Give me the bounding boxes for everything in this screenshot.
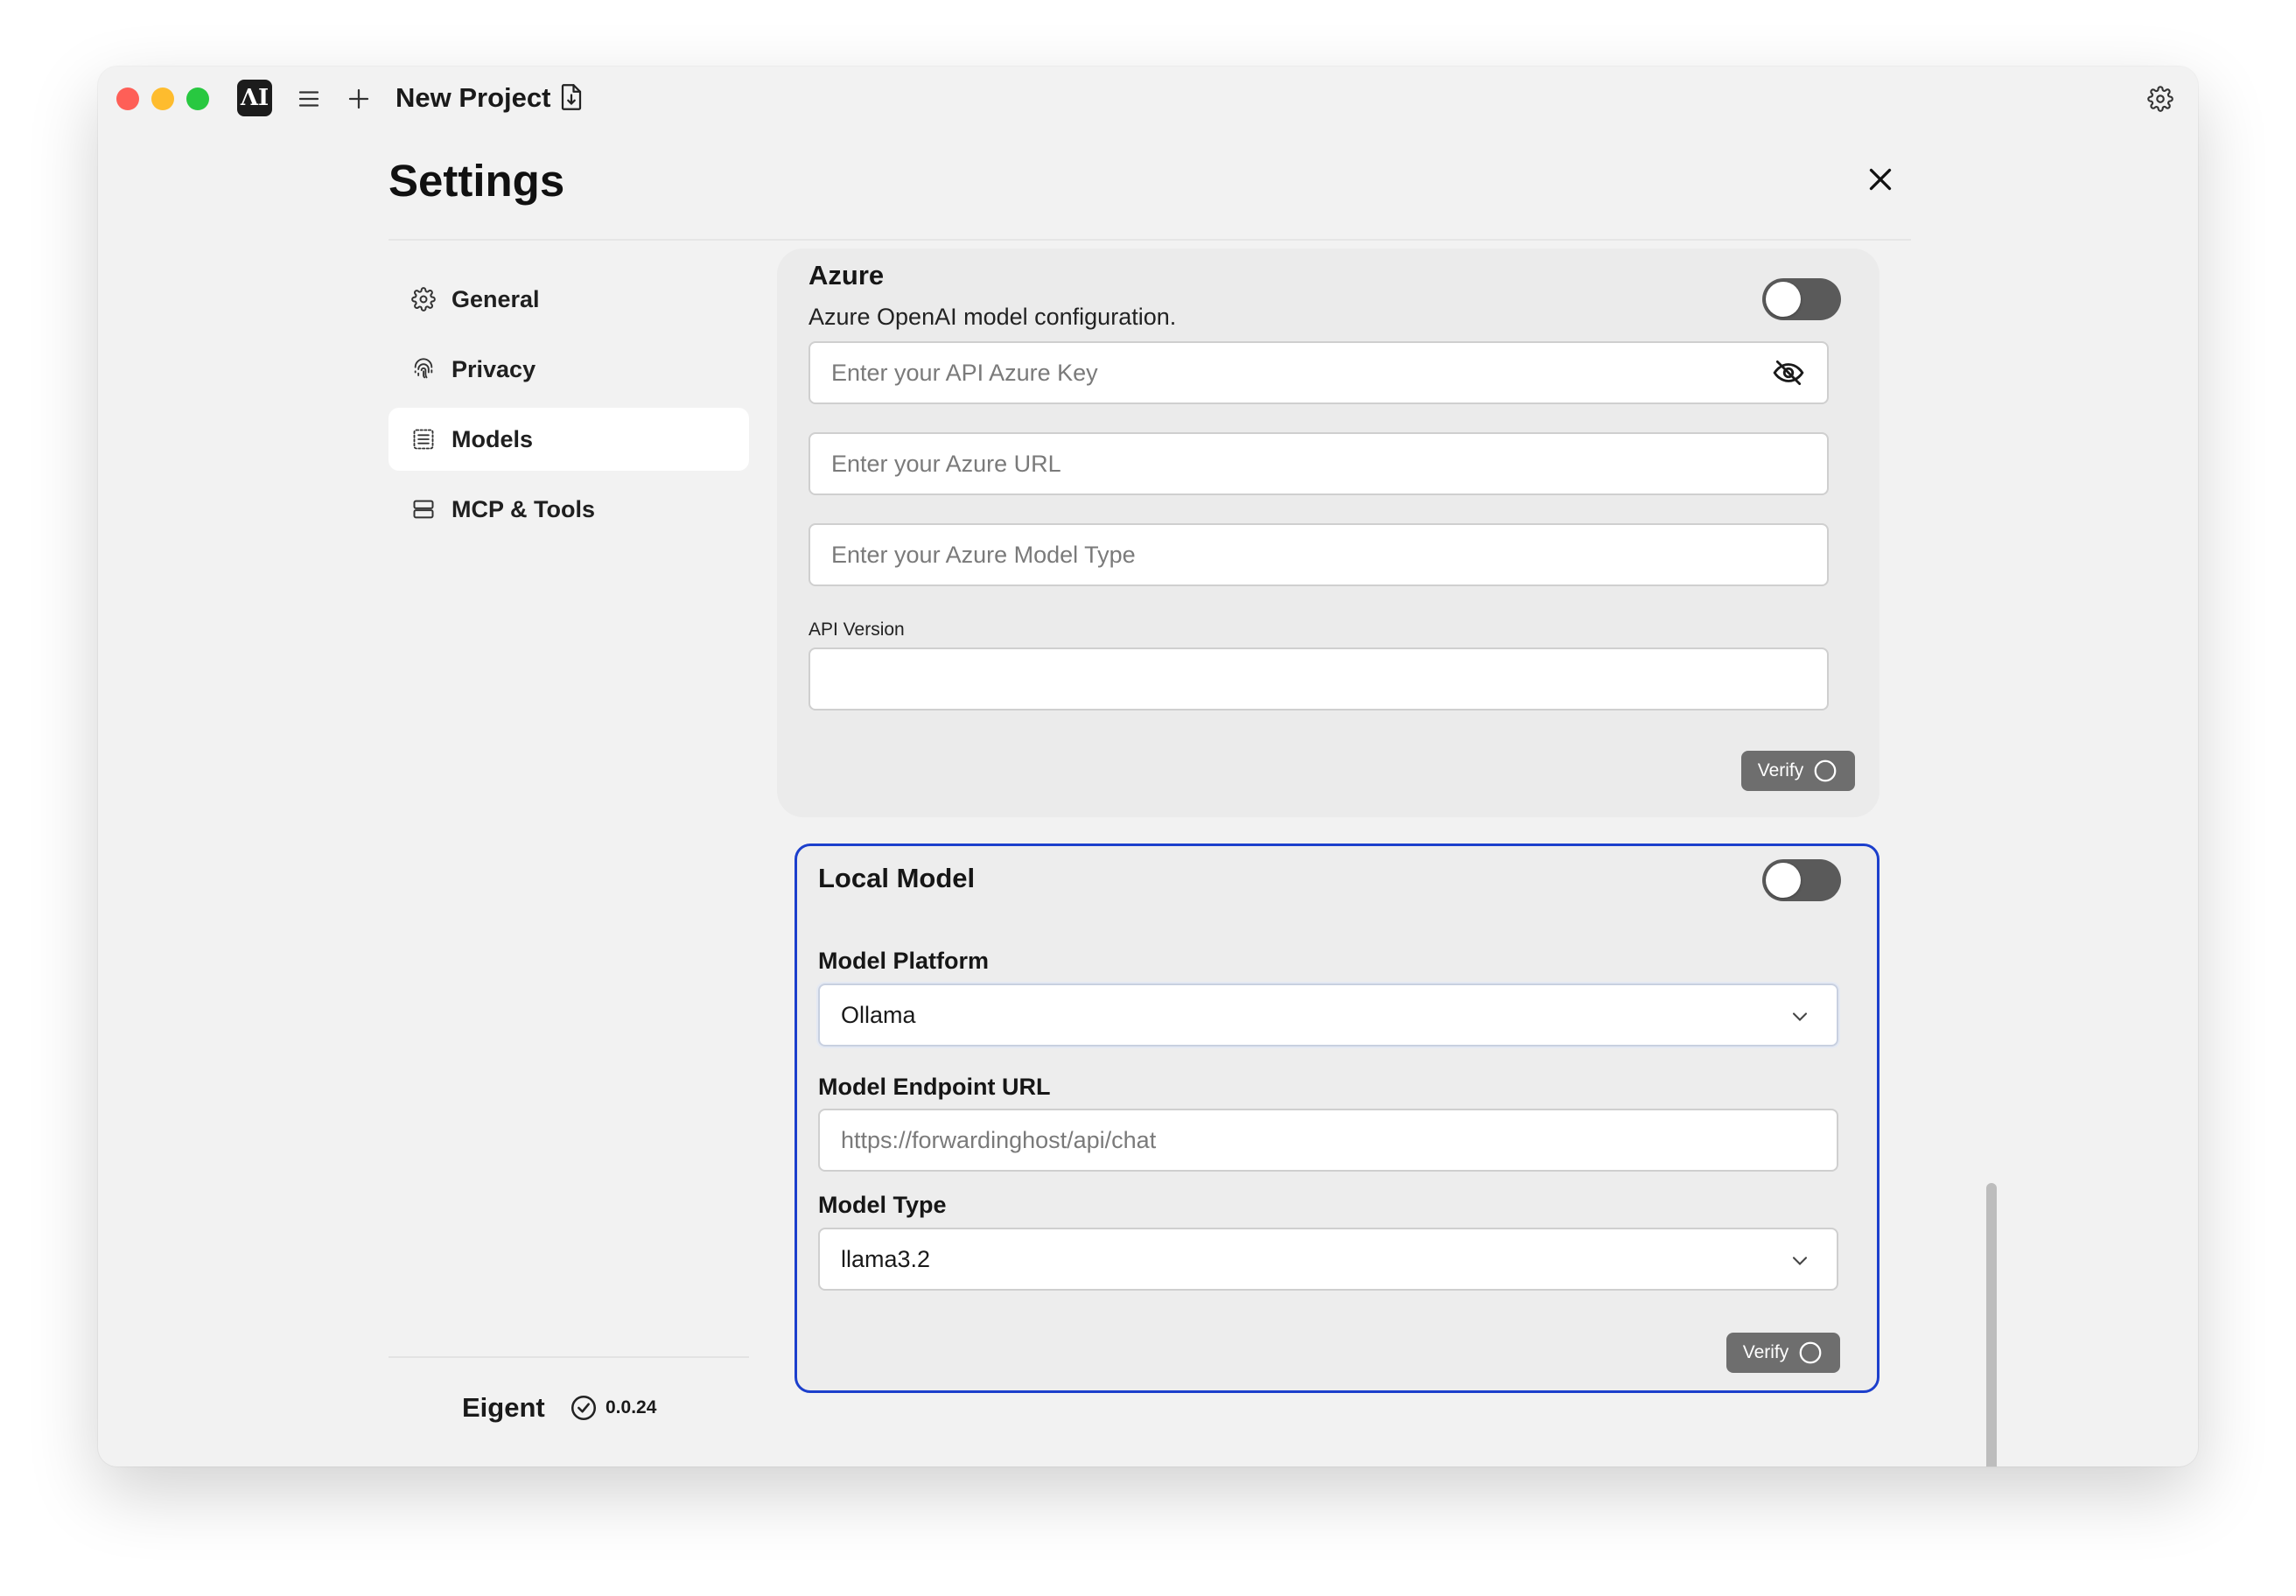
selected-value: llama3.2 bbox=[841, 1245, 931, 1272]
close-settings-button[interactable] bbox=[1858, 158, 1902, 201]
fingerprint-icon bbox=[410, 355, 438, 383]
gear-icon bbox=[410, 285, 438, 313]
local-model-verify-button[interactable]: Verify bbox=[1726, 1333, 1840, 1373]
model-platform-select[interactable]: Ollama bbox=[818, 984, 1838, 1046]
azure-description: Azure OpenAI model configuration. bbox=[808, 304, 1177, 330]
azure-url-input[interactable] bbox=[808, 432, 1829, 495]
toggle-knob bbox=[1766, 282, 1801, 317]
brand-name: Eigent bbox=[462, 1392, 545, 1423]
menu-icon[interactable] bbox=[294, 84, 324, 114]
settings-gear-icon[interactable] bbox=[2146, 84, 2175, 114]
new-project-plus-icon[interactable] bbox=[344, 84, 374, 114]
azure-enable-toggle[interactable] bbox=[1762, 278, 1841, 320]
verify-label: Verify bbox=[1757, 760, 1804, 780]
sidebar-item-label: MCP & Tools bbox=[452, 495, 596, 522]
sidebar-item-privacy[interactable]: Privacy bbox=[388, 338, 749, 401]
model-endpoint-input[interactable] bbox=[818, 1109, 1838, 1172]
azure-api-version-input[interactable] bbox=[808, 648, 1829, 710]
model-platform-label: Model Platform bbox=[818, 948, 990, 974]
sidebar-item-mcp-tools[interactable]: MCP & Tools bbox=[388, 478, 749, 541]
minimize-window-button[interactable] bbox=[151, 88, 174, 110]
sidebar-item-models[interactable]: Models bbox=[388, 408, 749, 471]
header-divider bbox=[388, 239, 1911, 241]
azure-card: Azure Azure OpenAI model configuration. … bbox=[777, 248, 1880, 817]
azure-verify-button[interactable]: Verify bbox=[1741, 751, 1855, 791]
app-window: ΛI New Project Settings General Privacy … bbox=[98, 66, 2198, 1466]
api-version-label: API Version bbox=[808, 620, 905, 640]
app-logo[interactable]: ΛI bbox=[237, 80, 272, 116]
sidebar-divider bbox=[388, 1356, 749, 1358]
file-download-icon[interactable] bbox=[556, 82, 586, 112]
sidebar-item-general[interactable]: General bbox=[388, 268, 749, 331]
model-type-label: Model Type bbox=[818, 1192, 947, 1218]
eye-off-icon[interactable] bbox=[1769, 354, 1808, 392]
local-model-card: Local Model Model Platform Ollama Model … bbox=[794, 844, 1880, 1393]
azure-api-key-input[interactable] bbox=[808, 341, 1829, 404]
check-circle-icon bbox=[570, 1395, 597, 1421]
circle-icon bbox=[1814, 760, 1837, 782]
sidebar-item-label: General bbox=[452, 285, 540, 312]
verify-label: Verify bbox=[1742, 1342, 1789, 1362]
sidebar-item-label: Models bbox=[452, 425, 534, 452]
model-type-select[interactable]: llama3.2 bbox=[818, 1228, 1838, 1291]
close-window-button[interactable] bbox=[116, 88, 139, 110]
content-scrollbar[interactable] bbox=[1986, 1183, 1997, 1466]
azure-model-type-input[interactable] bbox=[808, 523, 1829, 586]
chevron-down-icon bbox=[1792, 1256, 1808, 1265]
circle-icon bbox=[1799, 1341, 1822, 1364]
chevron-down-icon bbox=[1792, 1012, 1808, 1021]
sidebar-item-label: Privacy bbox=[452, 355, 536, 382]
azure-title: Azure bbox=[808, 260, 885, 290]
maximize-window-button[interactable] bbox=[186, 88, 209, 110]
local-model-title: Local Model bbox=[818, 863, 976, 893]
page-title: Settings bbox=[388, 156, 565, 206]
selected-value: Ollama bbox=[841, 1001, 916, 1028]
model-endpoint-label: Model Endpoint URL bbox=[818, 1074, 1051, 1100]
list-icon bbox=[410, 425, 438, 453]
toggle-knob bbox=[1766, 863, 1801, 898]
server-icon bbox=[410, 495, 438, 523]
local-model-enable-toggle[interactable] bbox=[1762, 859, 1841, 901]
project-title[interactable]: New Project bbox=[396, 80, 550, 116]
version-label: 0.0.24 bbox=[606, 1397, 657, 1418]
